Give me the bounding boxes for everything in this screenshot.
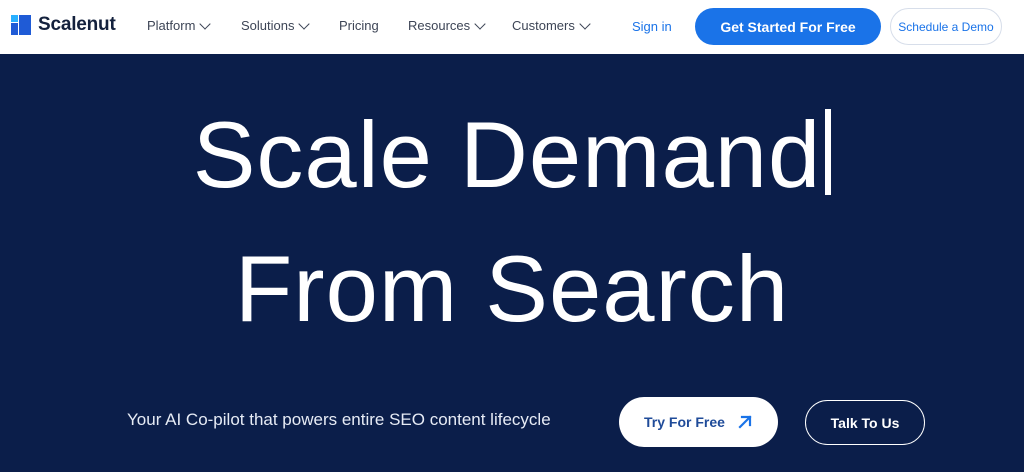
nav-item-label: Resources (408, 18, 471, 33)
chevron-down-icon (474, 18, 486, 30)
chevron-down-icon (199, 18, 212, 30)
try-for-free-label: Try For Free (644, 414, 725, 430)
talk-to-us-button[interactable]: Talk To Us (805, 400, 925, 445)
nav-item-platform[interactable]: Platform (147, 18, 212, 33)
nav-item-solutions[interactable]: Solutions (241, 18, 311, 33)
nav-item-label: Pricing (339, 18, 379, 33)
typing-caret (825, 109, 832, 195)
try-for-free-button[interactable]: Try For Free (619, 397, 778, 447)
chevron-down-icon (298, 18, 311, 30)
schedule-demo-button[interactable]: Schedule a Demo (890, 8, 1002, 45)
get-started-button[interactable]: Get Started For Free (695, 8, 881, 45)
brand-name: Scalenut (38, 14, 116, 35)
nav-item-resources[interactable]: Resources (408, 18, 486, 33)
nav-item-customers[interactable]: Customers (512, 18, 591, 33)
sign-in-link[interactable]: Sign in (632, 19, 672, 34)
headline-line-2: From Search (234, 236, 790, 341)
headline-line-1: Scale Demand (0, 88, 1024, 222)
hero-tagline: Your AI Co-pilot that powers entire SEO … (127, 410, 551, 429)
hero-section: Scale Demand From Search Your AI Co-pilo… (0, 54, 1024, 472)
nav-item-label: Customers (512, 18, 575, 33)
scalenut-logo-icon (11, 15, 31, 35)
nav-item-label: Platform (147, 18, 196, 33)
scalenut-logo[interactable]: Scalenut (11, 14, 116, 36)
top-navigation: Scalenut Platform Solutions Pricing Reso… (0, 0, 1024, 54)
nav-item-label: Solutions (241, 18, 295, 33)
chevron-down-icon (579, 18, 591, 30)
arrow-up-right-icon (738, 415, 752, 429)
hero-headline: Scale Demand From Search (0, 88, 1024, 356)
nav-item-pricing[interactable]: Pricing (339, 18, 379, 33)
